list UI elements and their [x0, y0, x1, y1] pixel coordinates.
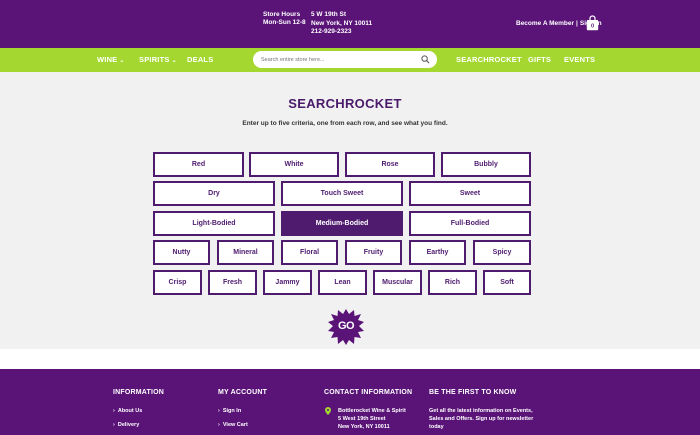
phone-number[interactable]: 212-929-2323 — [311, 28, 372, 37]
go-label: GO — [337, 320, 355, 332]
contact-line: New York, NY 10011 — [338, 424, 390, 430]
searchrocket-panel: SEARCHROCKET Enter up to five criteria, … — [0, 72, 700, 349]
shopping-bag-icon[interactable]: 0 — [586, 15, 599, 31]
store-address: 5 W 19th St New York, NY 10011 212-929-2… — [311, 11, 372, 37]
criteria-spicy[interactable]: Spicy — [473, 240, 531, 265]
newsletter-line: Sales and Offers. Sign up for newsletter — [429, 416, 534, 422]
criteria-white[interactable]: White — [249, 152, 339, 177]
nav-deals[interactable]: DEALS — [187, 48, 213, 72]
criteria-jammy[interactable]: Jammy — [263, 270, 312, 295]
criteria-earthy[interactable]: Earthy — [409, 240, 466, 265]
footer-link-label: Delivery — [117, 422, 140, 428]
criteria-soft[interactable]: Soft — [483, 270, 531, 295]
contact-line: Bottlerocket Wine & Spirit — [338, 408, 406, 414]
footer-link-label: Sign In — [222, 408, 242, 414]
contact-line: 5 West 19th Street — [338, 416, 386, 422]
top-bar: Store Hours Mon-Sun 12-8 5 W 19th St New… — [0, 0, 700, 48]
criteria-nutty[interactable]: Nutty — [153, 240, 210, 265]
criteria-full-bodied[interactable]: Full-Bodied — [409, 211, 531, 236]
criteria-light-bodied[interactable]: Light-Bodied — [153, 211, 275, 236]
footer-link-view-cart[interactable]: › View Cart — [218, 422, 248, 428]
nav-spirits[interactable]: SPIRITS ⌄ — [139, 48, 177, 72]
footer: INFORMATION › About Us › Delivery MY ACCOU… — [0, 369, 700, 435]
chevron-right-icon: › — [218, 408, 220, 414]
chevron-right-icon: › — [113, 422, 115, 428]
page-subtitle: Enter up to five criteria, one from each… — [242, 120, 448, 127]
nav-wine[interactable]: WINE ⌄ — [97, 48, 125, 72]
chevron-down-icon: ⌄ — [171, 58, 177, 64]
nav-wine-label: WINE — [97, 55, 118, 64]
criteria-medium-bodied[interactable]: Medium-Bodied — [281, 211, 403, 236]
account-separator: | — [576, 20, 578, 27]
criteria-rose[interactable]: Rose — [345, 152, 435, 177]
search-icon[interactable] — [421, 55, 430, 64]
nav-searchrocket[interactable]: SEARCHROCKET — [456, 48, 522, 72]
nav-events[interactable]: EVENTS — [564, 48, 595, 72]
criteria-muscular[interactable]: Muscular — [373, 270, 422, 295]
footer-information-heading: INFORMATION — [113, 389, 165, 396]
nav-spirits-label: SPIRITS — [139, 55, 170, 64]
footer-newsletter-text: Get all the latest information on Events… — [429, 407, 533, 431]
criteria-fresh[interactable]: Fresh — [208, 270, 257, 295]
chevron-down-icon: ⌄ — [119, 58, 125, 64]
store-hours-label: Store Hours — [263, 11, 301, 18]
criteria-red[interactable]: Red — [153, 152, 244, 177]
footer-contact-heading: CONTACT INFORMATION — [324, 389, 413, 396]
become-member-link[interactable]: Become A Member — [516, 20, 574, 27]
criteria-fruity[interactable]: Fruity — [345, 240, 402, 265]
store-hours-value: Mon-Sun 12-8 — [263, 19, 306, 26]
search-box — [253, 51, 437, 68]
footer-link-about-us[interactable]: › About Us — [113, 408, 142, 414]
address-line-2: New York, NY 10011 — [311, 19, 373, 27]
newsletter-line: Get all the latest information on Events… — [429, 408, 533, 414]
footer-link-delivery[interactable]: › Delivery — [113, 422, 139, 428]
criteria-touch-sweet[interactable]: Touch Sweet — [281, 181, 403, 206]
store-hours: Store Hours Mon-Sun 12-8 — [263, 11, 306, 27]
footer-newsletter-heading: BE THE FIRST TO KNOW — [429, 389, 517, 396]
footer-account-heading: MY ACCOUNT — [218, 389, 268, 396]
footer-link-sign-in[interactable]: › Sign In — [218, 408, 241, 414]
footer-contact-address: Bottlerocket Wine & Spirit 5 West 19th S… — [338, 407, 406, 431]
criteria-sweet[interactable]: Sweet — [409, 181, 531, 206]
criteria-rich[interactable]: Rich — [428, 270, 477, 295]
criteria-lean[interactable]: Lean — [318, 270, 367, 295]
chevron-right-icon: › — [113, 408, 115, 414]
address-line-1: 5 W 19th St — [311, 11, 347, 18]
criteria-floral[interactable]: Floral — [281, 240, 338, 265]
search-input[interactable] — [261, 54, 411, 65]
map-pin-icon — [325, 407, 331, 415]
chevron-right-icon: › — [218, 422, 220, 428]
criteria-crisp[interactable]: Crisp — [153, 270, 202, 295]
page-title: SEARCHROCKET — [288, 96, 402, 111]
footer-link-label: View Cart — [222, 422, 248, 428]
footer-link-label: About Us — [117, 408, 143, 414]
criteria-bubbly[interactable]: Bubbly — [441, 152, 531, 177]
nav-gifts[interactable]: GIFTS — [528, 48, 551, 72]
criteria-mineral[interactable]: Mineral — [217, 240, 274, 265]
criteria-dry[interactable]: Dry — [153, 181, 275, 206]
footer-spacer — [0, 349, 700, 369]
svg-text:0: 0 — [591, 24, 594, 30]
newsletter-line: today — [429, 424, 444, 430]
